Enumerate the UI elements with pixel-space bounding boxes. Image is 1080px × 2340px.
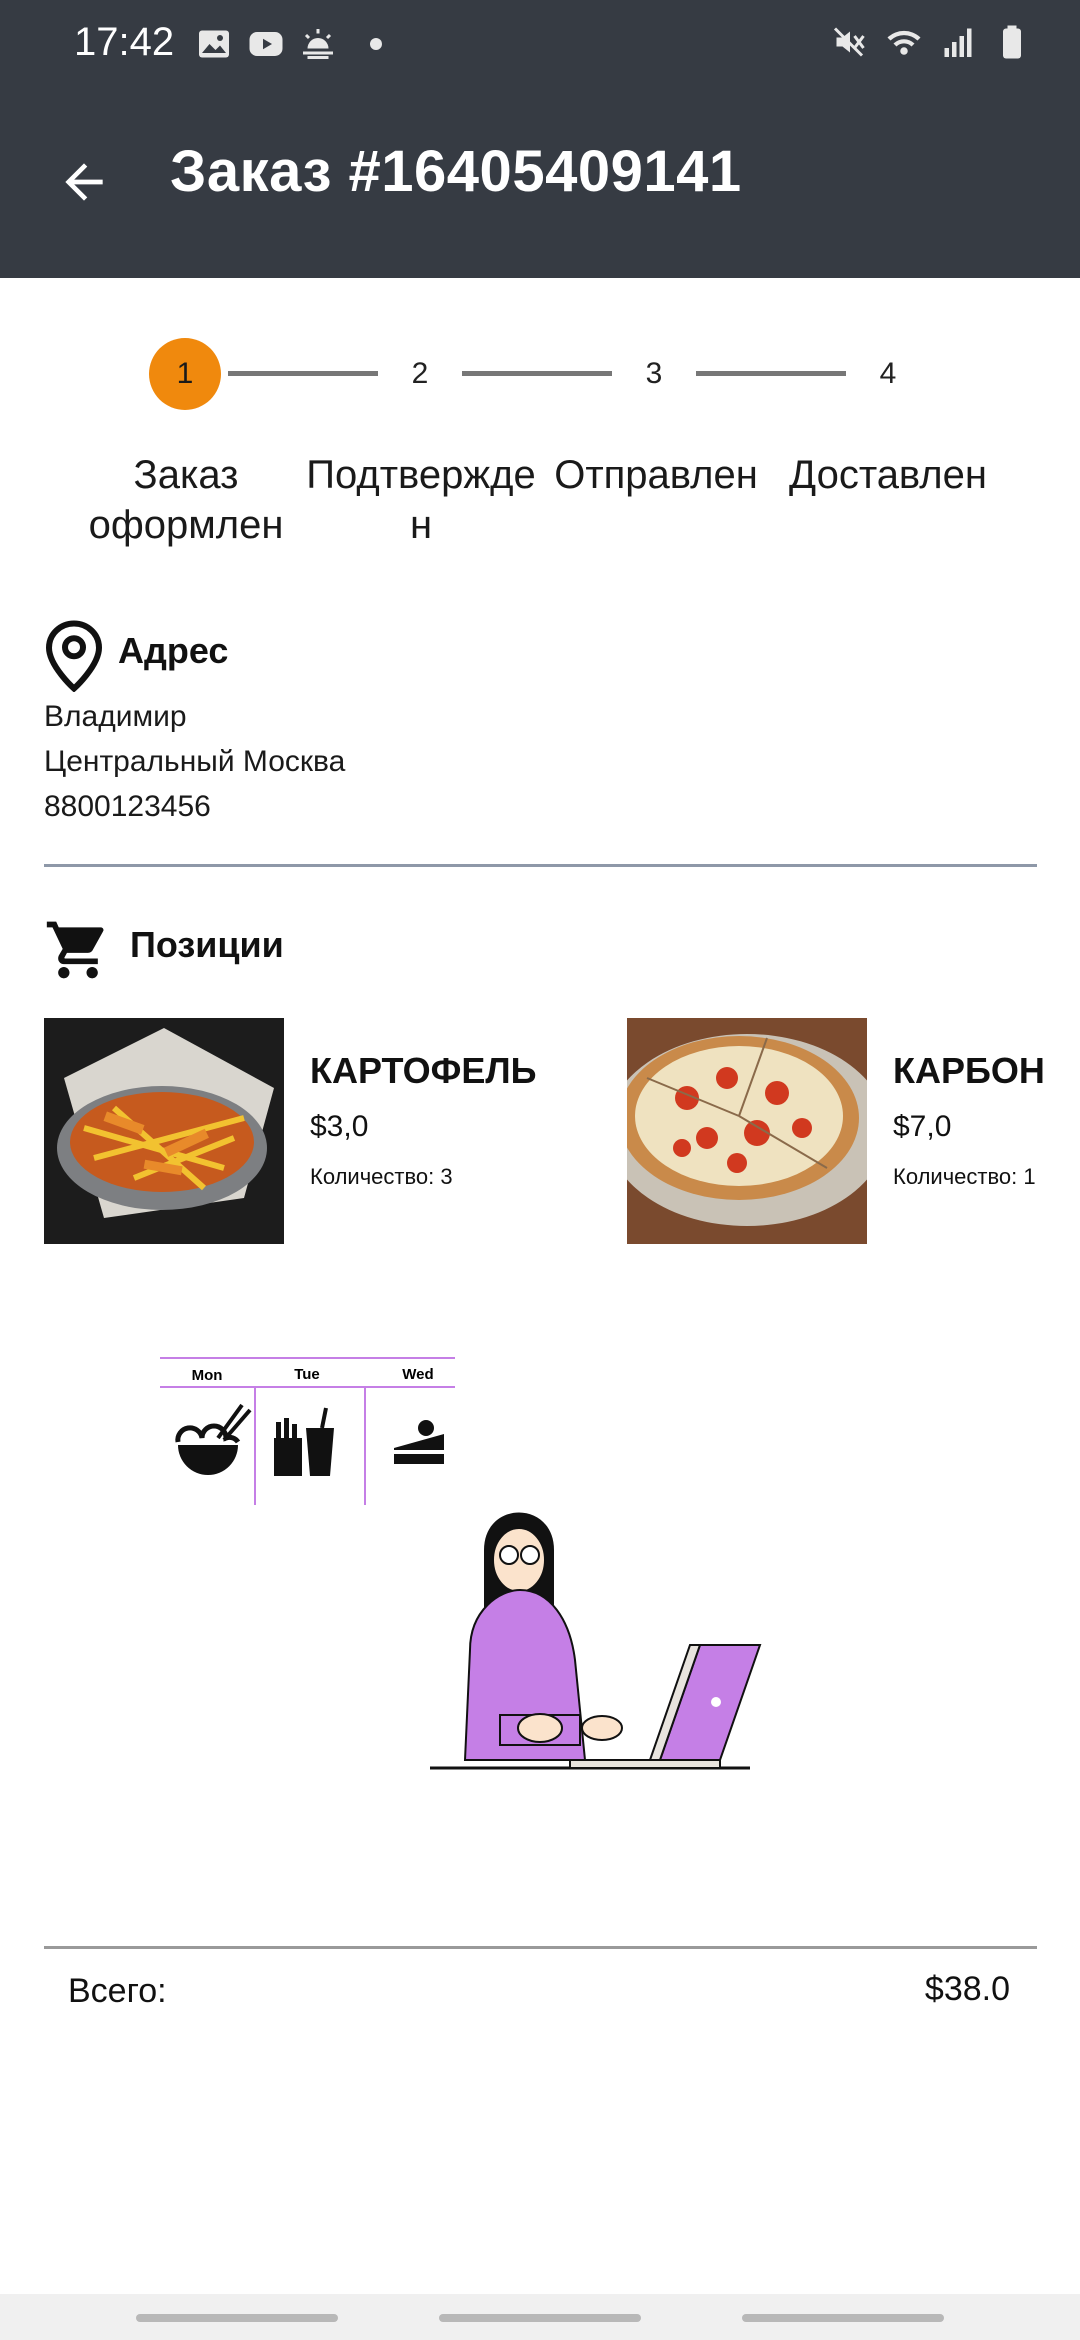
mute-icon: [833, 27, 865, 57]
location-pin-icon: [45, 620, 103, 692]
section-divider: [44, 864, 1037, 867]
step-3-label: Отправлен: [554, 453, 758, 497]
app-header: 17:42 Заказ #16405409141: [0, 0, 1080, 278]
battery-icon: [1003, 25, 1021, 59]
step-connector: [228, 371, 378, 376]
quantity-value: 3: [440, 1164, 453, 1189]
total-value: $38.0: [924, 1970, 1010, 2008]
item-price: $3,0: [310, 1110, 369, 1143]
cart-icon: [46, 921, 104, 979]
status-left-icons: [196, 26, 382, 62]
step-1-indicator: 1: [149, 338, 221, 410]
dot-icon: [370, 38, 382, 50]
address-location: Центральный Москва: [44, 745, 346, 778]
signal-icon: [944, 28, 972, 57]
fries-image: [44, 1018, 284, 1244]
image-icon: [199, 30, 229, 58]
step-connector: [696, 371, 846, 376]
step-4-label: Доставлен: [789, 453, 987, 497]
back-button[interactable]: [52, 150, 116, 214]
nav-recents-button[interactable]: [136, 2314, 338, 2322]
woman-at-laptop-graphic: [430, 1512, 762, 1770]
step-connector: [462, 371, 612, 376]
step-2-indicator: 2: [411, 357, 429, 390]
nav-back-button[interactable]: [742, 2314, 944, 2322]
status-bar: 17:42: [0, 0, 1080, 86]
total-divider: [44, 1946, 1037, 1949]
step-3-indicator: 3: [645, 357, 663, 390]
step-1-label: Заказ оформлен: [88, 453, 284, 547]
order-illustration: Mon Tue Wed: [150, 1350, 910, 1780]
status-right-icons: [832, 24, 1030, 60]
nav-home-button[interactable]: [439, 2314, 641, 2322]
address-title: Адрес: [118, 630, 229, 671]
wifi-icon: [887, 30, 921, 55]
system-nav-bar: [0, 2294, 1080, 2340]
item-quantity: Количество: 3: [310, 1164, 453, 1190]
weather-icon: [303, 29, 333, 59]
address-name: Владимир: [44, 700, 187, 733]
page-title: Заказ #16405409141: [170, 139, 742, 204]
quantity-label: Количество:: [893, 1164, 1018, 1189]
arrow-left-icon: [65, 163, 103, 201]
pizza-image: [627, 1018, 867, 1244]
order-item[interactable]: КАРБОН $7,0 Количество: 1: [627, 1018, 1080, 1244]
step-4-indicator: 4: [879, 357, 897, 390]
order-stepper: 1 2 3 4 Заказ оформлен Подтвержден Отпра…: [0, 338, 1080, 547]
quantity-value: 1: [1023, 1164, 1036, 1189]
item-price: $7,0: [893, 1110, 952, 1143]
youtube-icon: [249, 32, 283, 56]
step-2-label: Подтвержден: [306, 453, 536, 547]
quantity-label: Количество:: [310, 1164, 435, 1189]
calendar-day-wed: Wed: [402, 1366, 433, 1383]
calendar-day-tue: Tue: [294, 1366, 320, 1383]
total-label: Всего:: [68, 1972, 167, 2010]
status-time: 17:42: [74, 20, 175, 64]
item-quantity: Количество: 1: [893, 1164, 1036, 1190]
order-item[interactable]: КАРТОФЕЛЬ $3,0 Количество: 3: [44, 1018, 564, 1244]
item-name: КАРБОН: [893, 1050, 1045, 1091]
meal-calendar-graphic: Mon Tue Wed: [160, 1357, 455, 1505]
items-title: Позиции: [130, 924, 284, 965]
item-name: КАРТОФЕЛЬ: [310, 1050, 537, 1091]
address-phone: 8800123456: [44, 790, 211, 823]
calendar-day-mon: Mon: [192, 1367, 223, 1384]
